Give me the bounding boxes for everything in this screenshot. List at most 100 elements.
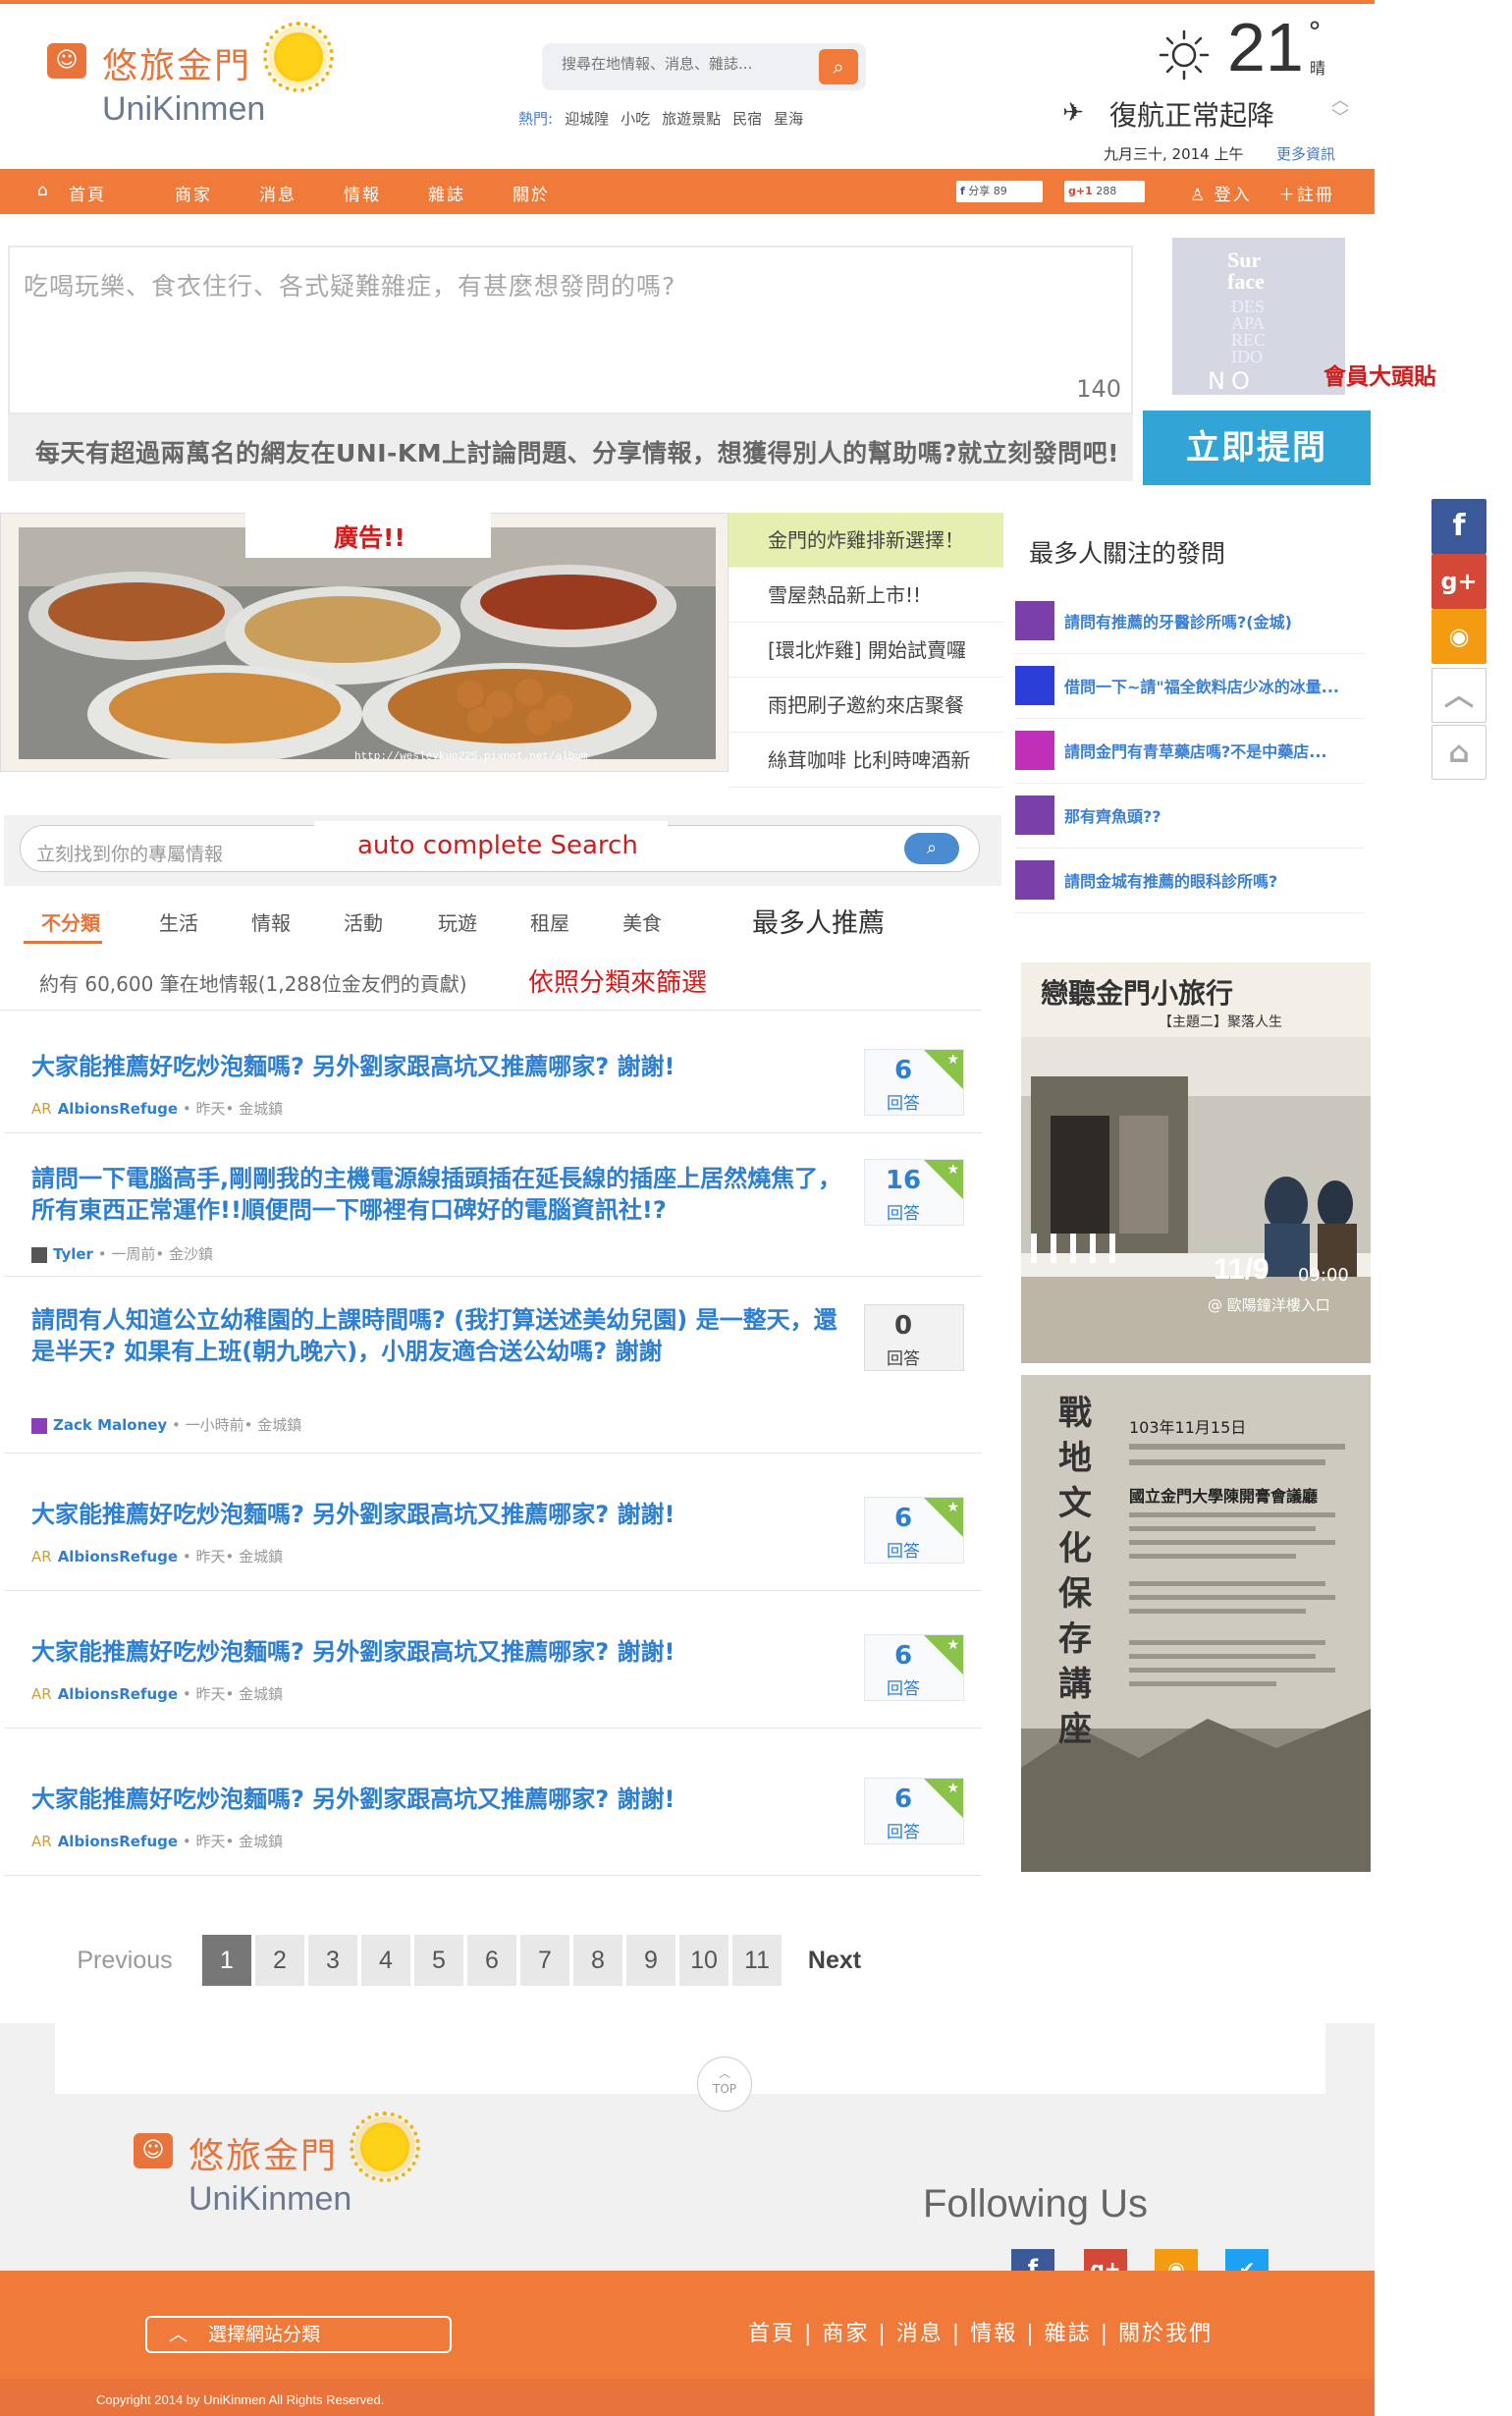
answer-label: 回答: [887, 1823, 920, 1842]
ad-list-item[interactable]: 雨把刷子邀約來店聚餐: [729, 678, 1003, 733]
site-search[interactable]: ⌕: [542, 43, 866, 90]
page-4[interactable]: 4: [361, 1935, 410, 1986]
previous-button[interactable]: Previous: [69, 1935, 181, 1986]
tab-food[interactable]: 美食: [622, 907, 662, 936]
page-2[interactable]: 2: [255, 1935, 304, 1986]
status-toggle-icon[interactable]: ︿ ﹀: [1331, 92, 1349, 128]
hot-tag[interactable]: 旅遊景點: [662, 110, 721, 128]
popular-item[interactable]: 那有齊魚頭??: [1015, 784, 1365, 849]
ad-list-item[interactable]: 雪屋熱品新上市!!: [729, 568, 1003, 623]
avatar[interactable]: Sur face DES APA REC IDO NO: [1172, 238, 1345, 395]
tab-life[interactable]: 生活: [159, 907, 198, 936]
answer-count-badge[interactable]: ★ 6 回答: [864, 1778, 964, 1844]
page-8[interactable]: 8: [573, 1935, 622, 1986]
event-poster[interactable]: 戀聽金門小旅行 【主題二】聚落人生 11/9 09:00 @ 歐陽鐘洋樓入口: [1021, 962, 1371, 1363]
ask-now-button[interactable]: 立即提問: [1143, 411, 1371, 485]
page-5[interactable]: 5: [414, 1935, 463, 1986]
popular-item[interactable]: 請問有推薦的牙醫診所嗎?(金城): [1015, 589, 1365, 654]
gplus-icon[interactable]: g+: [1431, 554, 1486, 609]
hot-tag[interactable]: 星海: [774, 110, 803, 128]
question-item[interactable]: 大家能推薦好吃炒泡麵嗎? 另外劉家跟高坑又推薦哪家? 謝謝! AR Albions…: [4, 1457, 982, 1591]
ad-list-item[interactable]: 金門的炸雞排新選擇！: [729, 513, 1003, 568]
home-icon[interactable]: ⌂: [37, 181, 50, 200]
question-item[interactable]: 大家能推薦好吃炒泡麵嗎? 另外劉家跟高坑又推薦哪家? 謝謝! AR Albions…: [4, 1595, 982, 1729]
hot-tag[interactable]: 小吃: [621, 110, 650, 128]
answer-count-badge[interactable]: ★ 6 回答: [864, 1049, 964, 1116]
question-user[interactable]: AlbionsRefuge: [58, 1833, 178, 1850]
page-3[interactable]: 3: [308, 1935, 357, 1986]
next-button[interactable]: Next: [795, 1935, 874, 1986]
question-title[interactable]: 大家能推薦好吃炒泡麵嗎? 另外劉家跟高坑又推薦哪家? 謝謝!: [31, 1784, 856, 1815]
question-user[interactable]: Zack Maloney: [53, 1416, 167, 1434]
question-textarea[interactable]: 吃喝玩樂、食衣住行、各式疑難雜症，有甚麼想發問的嗎? 140: [8, 246, 1133, 414]
home-icon[interactable]: ⌂: [1431, 725, 1486, 780]
question-user[interactable]: AlbionsRefuge: [58, 1100, 178, 1118]
nav-merchants[interactable]: 商家: [175, 181, 212, 205]
filter-search-button[interactable]: ⌕: [904, 833, 959, 864]
popular-item[interactable]: 請問金城有推薦的眼科診所嗎?: [1015, 849, 1365, 913]
question-item[interactable]: 請問有人知道公立幼稚園的上課時間嗎? (我打算送述美幼兒園) 是一整天，還是半天…: [4, 1281, 982, 1454]
search-input[interactable]: [562, 55, 807, 73]
answer-count-badge[interactable]: ★ 16 回答: [864, 1159, 964, 1226]
nav-news[interactable]: 消息: [259, 181, 297, 205]
ad-list-item[interactable]: 絲茸咖啡 比利時啤酒新: [729, 733, 1003, 788]
question-item[interactable]: 大家能推薦好吃炒泡麵嗎? 另外劉家跟高坑又推薦哪家? 謝謝! AR Albions…: [4, 1732, 982, 1876]
tab-events[interactable]: 活動: [344, 907, 383, 936]
question-item[interactable]: 大家能推薦好吃炒泡麵嗎? 另外劉家跟高坑又推薦哪家? 謝謝! AR Albions…: [4, 1025, 982, 1133]
nav-info[interactable]: 情報: [344, 181, 381, 205]
pixel-avatar-icon: [1015, 796, 1054, 835]
scroll-up-icon[interactable]: ︿: [1431, 668, 1486, 723]
answer-count-badge[interactable]: 0 回答: [864, 1304, 964, 1371]
answer-count-badge[interactable]: ★ 6 回答: [864, 1634, 964, 1701]
page-6[interactable]: 6: [467, 1935, 516, 1986]
question-item[interactable]: 請問一下電腦高手,剛剛我的主機電源線插頭插在延長線的插座上居然燒焦了，所有東西正…: [4, 1133, 982, 1277]
question-title[interactable]: 大家能推薦好吃炒泡麵嗎? 另外劉家跟高坑又推薦哪家? 謝謝!: [31, 1636, 856, 1668]
nav-about[interactable]: 關於: [513, 181, 550, 205]
star-icon: ★: [946, 1052, 959, 1068]
page-1[interactable]: 1: [202, 1935, 251, 1986]
nav-magazine[interactable]: 雜誌: [428, 181, 465, 205]
question-title[interactable]: 請問一下電腦高手,剛剛我的主機電源線插頭插在延長線的插座上居然燒焦了，所有東西正…: [31, 1163, 856, 1226]
logo-mascot-icon: ☺: [134, 2133, 173, 2169]
page-10[interactable]: 10: [679, 1935, 729, 1986]
most-recommended-tab[interactable]: 最多人推薦: [752, 902, 885, 940]
tab-play[interactable]: 玩遊: [438, 907, 477, 936]
popular-title: 最多人關注的發問: [1029, 539, 1226, 568]
popular-item[interactable]: 借問一下~請"福全飲料店少冰的冰量...: [1015, 654, 1365, 719]
page-9[interactable]: 9: [626, 1935, 675, 1986]
select-category-button[interactable]: ︿ 選擇網站分類: [145, 2316, 452, 2353]
footer-nav[interactable]: 首頁 | 商家 | 消息 | 情報 | 雜誌 | 關於我們: [748, 2316, 1213, 2347]
search-button[interactable]: ⌕: [819, 49, 858, 84]
more-info-link[interactable]: 更多資訊: [1276, 143, 1335, 164]
hot-tag[interactable]: 迎城隍: [565, 110, 609, 128]
question-title[interactable]: 大家能推薦好吃炒泡麵嗎? 另外劉家跟高坑又推薦哪家? 謝謝!: [31, 1051, 856, 1082]
tab-rent[interactable]: 租屋: [530, 907, 569, 936]
question-user[interactable]: AlbionsRefuge: [58, 1548, 178, 1565]
facebook-icon[interactable]: f: [1431, 499, 1486, 554]
ad-list-item[interactable]: [環北炸雞] 開始試賣囉: [729, 623, 1003, 678]
popular-item[interactable]: 請問金門有青草藥店嗎?不是中藥店...: [1015, 719, 1365, 784]
page-11[interactable]: 11: [732, 1935, 782, 1986]
question-user[interactable]: Tyler: [53, 1245, 93, 1263]
user-avatar-icon: AR: [31, 1100, 52, 1118]
tab-all[interactable]: 不分類: [41, 907, 100, 936]
gplus-share-button[interactable]: g+1 288: [1064, 181, 1145, 202]
answer-count-badge[interactable]: ★ 6 回答: [864, 1497, 964, 1564]
tab-info[interactable]: 情報: [251, 907, 291, 936]
page-7[interactable]: 7: [520, 1935, 569, 1986]
rss-icon[interactable]: ◉: [1431, 609, 1486, 664]
hot-tag[interactable]: 民宿: [732, 110, 762, 128]
login-button[interactable]: ♙ 登入: [1190, 181, 1252, 205]
flight-status: 復航正常起降: [1109, 99, 1275, 132]
register-button[interactable]: ＋註冊: [1278, 181, 1334, 205]
answer-label: 回答: [887, 1679, 920, 1699]
facebook-share-button[interactable]: f 分享 89: [956, 181, 1043, 202]
lecture-poster[interactable]: 戰地文化保存講座 103年11月15日 國立金門大學陳開膏會議廳: [1021, 1375, 1371, 1872]
question-meta: • 一周前• 金沙鎮: [92, 1245, 213, 1263]
question-title[interactable]: 大家能推薦好吃炒泡麵嗎? 另外劉家跟高坑又推薦哪家? 謝謝!: [31, 1499, 856, 1530]
back-to-top-button[interactable]: ︿ TOP: [697, 2057, 752, 2112]
question-title[interactable]: 請問有人知道公立幼稚園的上課時間嗎? (我打算送述美幼兒園) 是一整天，還是半天…: [31, 1304, 856, 1367]
question-user[interactable]: AlbionsRefuge: [58, 1685, 178, 1703]
nav-home[interactable]: 首頁: [69, 181, 106, 205]
ad-list: 金門的炸雞排新選擇！ 雪屋熱品新上市!! [環北炸雞] 開始試賣囉 雨把刷子邀約…: [729, 513, 1003, 788]
